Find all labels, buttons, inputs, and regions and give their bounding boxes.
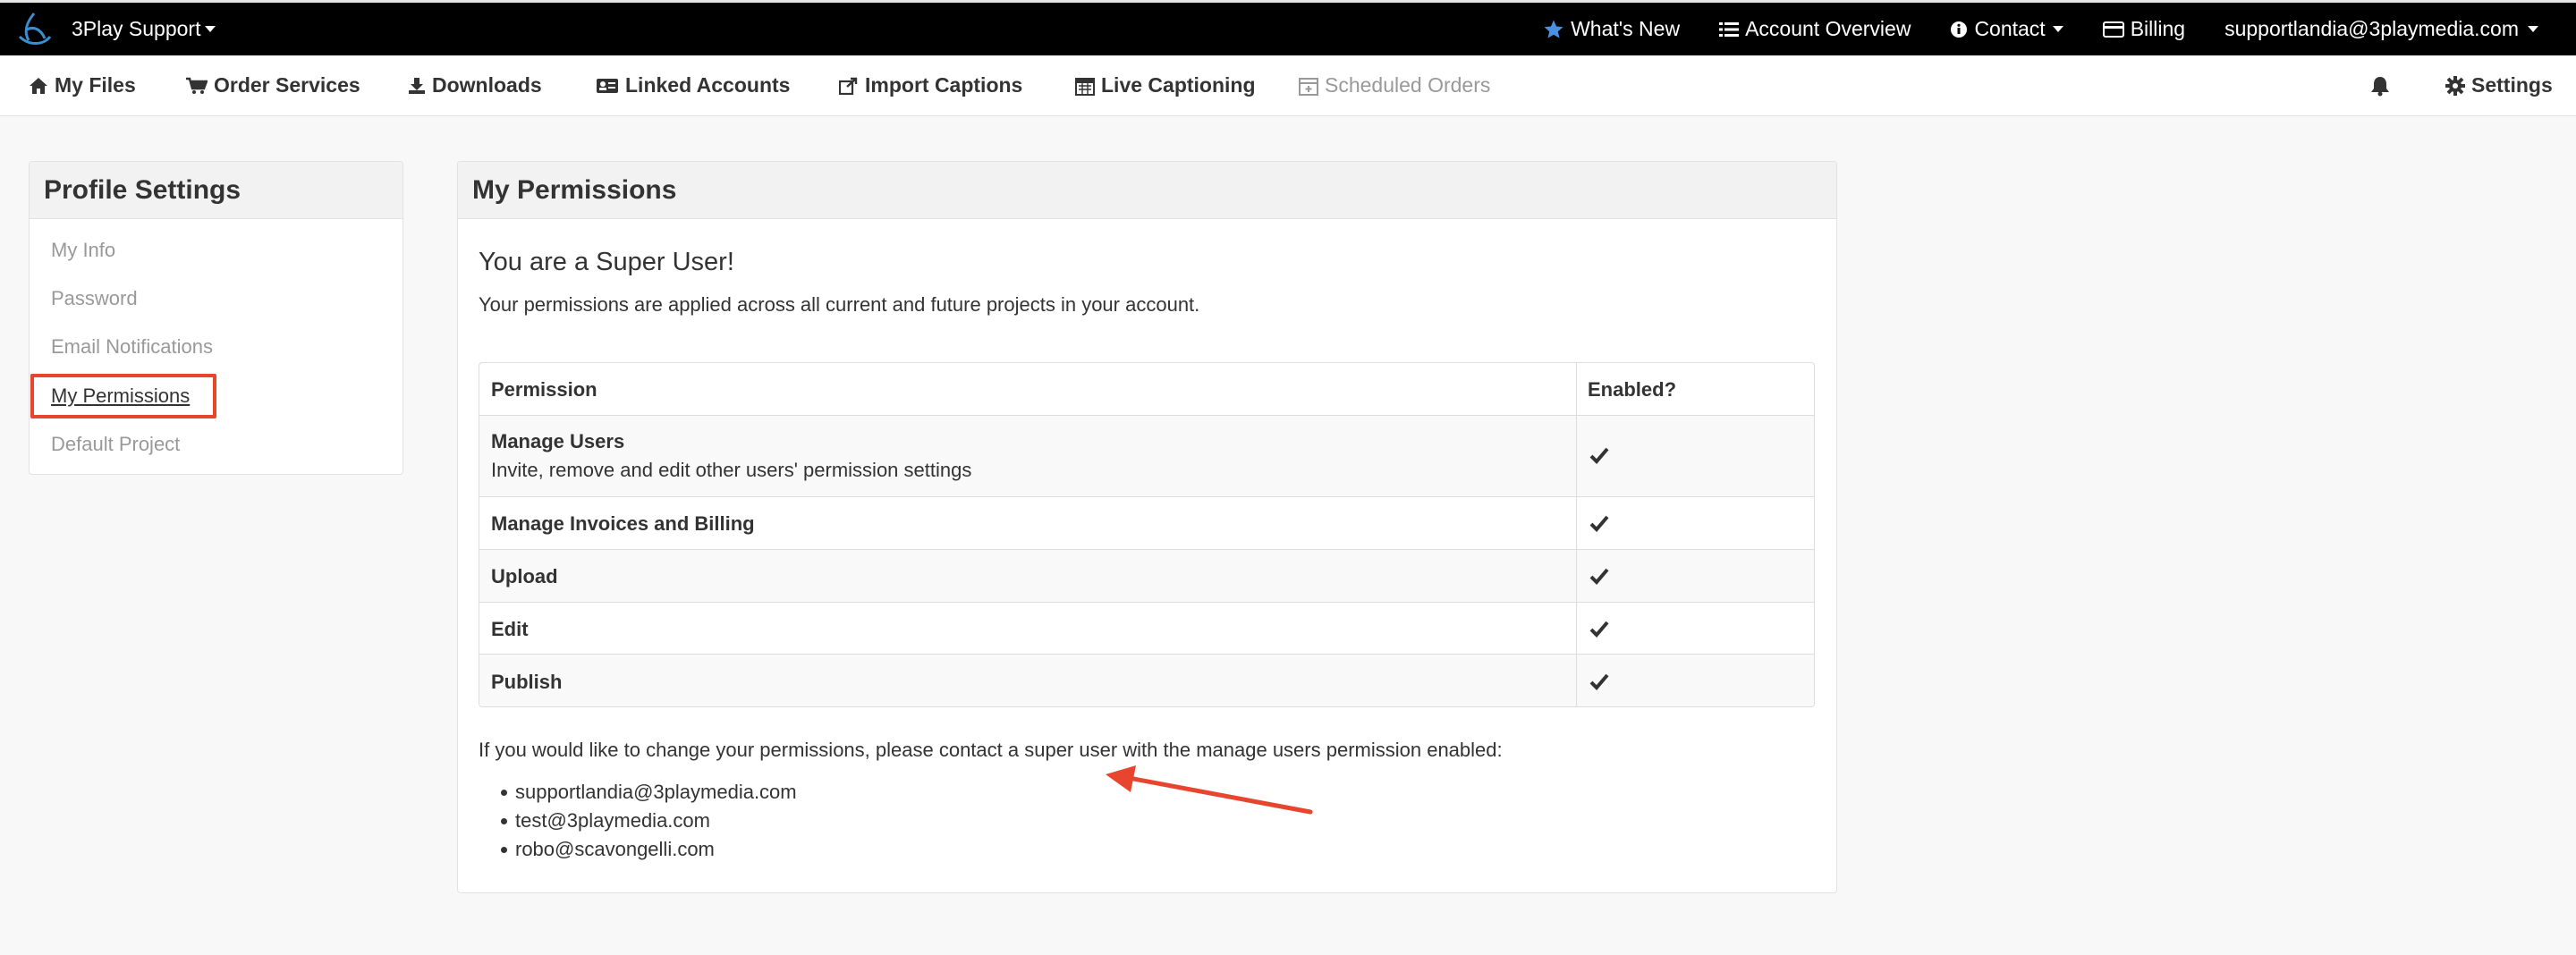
user-menu-dropdown[interactable]: supportlandia@3playmedia.com	[2224, 17, 2538, 41]
download-icon	[409, 77, 425, 94]
whats-new-link[interactable]: What's New	[1543, 17, 1680, 41]
permission-name: Manage Invoices and Billing	[491, 512, 755, 535]
nav-downloads[interactable]: Downloads	[408, 73, 542, 97]
nav-live-captioning-label: Live Captioning	[1101, 73, 1256, 97]
permission-description: Invite, remove and edit other users' per…	[491, 459, 972, 481]
nav-import-captions-label: Import Captions	[865, 73, 1023, 97]
checkmark-icon	[1589, 515, 1609, 532]
permission-name: Upload	[491, 565, 558, 587]
notifications-button[interactable]	[2370, 75, 2396, 97]
column-header-permission: Permission	[491, 378, 597, 401]
whats-new-label: What's New	[1571, 17, 1681, 40]
sidebar-item-default-project[interactable]: Default Project	[51, 433, 180, 456]
checkmark-icon	[1589, 568, 1609, 585]
list-item: test@3playmedia.com	[501, 808, 797, 837]
table-row: Manage Invoices and Billing	[479, 496, 1814, 549]
highlight-box	[30, 374, 216, 418]
id-card-icon	[597, 78, 618, 93]
permissions-table: Permission Enabled? Manage Users Invite,…	[479, 362, 1815, 707]
gear-icon	[2445, 75, 2465, 96]
star-icon	[1544, 20, 1563, 38]
nav-settings[interactable]: Settings	[2445, 73, 2553, 97]
nav-my-files-label: My Files	[55, 73, 136, 97]
sidebar-item-email-notifications[interactable]: Email Notifications	[51, 335, 213, 359]
checkmark-icon	[1589, 621, 1609, 638]
billing-link[interactable]: Billing	[2102, 17, 2186, 41]
table-header-row: Permission Enabled?	[479, 363, 1814, 415]
calendar-plus-icon	[1299, 77, 1318, 96]
main-nav: My Files Order Services Downloads Linked…	[0, 55, 2576, 116]
nav-linked-accounts-label: Linked Accounts	[625, 73, 791, 97]
table-row: Upload	[479, 549, 1814, 602]
calendar-icon	[1075, 77, 1095, 96]
nav-order-services-label: Order Services	[214, 73, 360, 97]
contact-label: Contact	[1974, 17, 2046, 40]
table-row: Manage Users Invite, remove and edit oth…	[479, 415, 1814, 496]
list-icon	[1719, 21, 1740, 37]
nav-live-captioning[interactable]: Live Captioning	[1075, 73, 1256, 97]
sidebar-item-my-info[interactable]: My Info	[51, 239, 115, 262]
account-overview-link[interactable]: Account Overview	[1719, 17, 1911, 41]
3play-logo-icon	[18, 12, 52, 45]
sidebar-item-password[interactable]: Password	[51, 287, 138, 310]
table-row: Publish	[479, 654, 1814, 706]
profile-settings-panel: Profile Settings My Info Password Email …	[29, 161, 403, 475]
home-icon	[30, 77, 47, 94]
column-divider	[1576, 363, 1577, 706]
bell-icon	[2371, 76, 2389, 96]
brand-dropdown[interactable]: 3Play Support	[72, 17, 216, 41]
table-row: Edit	[479, 602, 1814, 654]
nav-my-files[interactable]: My Files	[29, 73, 136, 97]
billing-label: Billing	[2130, 17, 2186, 40]
chevron-down-icon	[205, 26, 216, 32]
my-permissions-title: My Permissions	[458, 162, 1836, 219]
permission-name: Edit	[491, 618, 529, 640]
list-item: robo@scavongelli.com	[501, 837, 797, 866]
info-icon	[1951, 21, 1968, 38]
list-item: supportlandia@3playmedia.com	[501, 780, 797, 808]
profile-settings-title: Profile Settings	[30, 162, 402, 219]
share-icon	[839, 77, 858, 95]
nav-scheduled-orders-label: Scheduled Orders	[1325, 73, 1491, 97]
permission-name: Publish	[491, 671, 563, 693]
super-user-contacts: supportlandia@3playmedia.com test@3playm…	[501, 780, 797, 866]
nav-order-services[interactable]: Order Services	[186, 73, 360, 97]
permission-name: Manage Users	[491, 430, 625, 452]
column-header-enabled: Enabled?	[1588, 378, 1677, 401]
permissions-description: Your permissions are applied across all …	[479, 293, 1200, 316]
nav-downloads-label: Downloads	[432, 73, 542, 97]
brand-name: 3Play Support	[72, 17, 201, 40]
checkmark-icon	[1589, 673, 1609, 690]
checkmark-icon	[1589, 447, 1609, 464]
user-email: supportlandia@3playmedia.com	[2224, 17, 2519, 40]
credit-card-icon	[2102, 21, 2124, 38]
account-overview-label: Account Overview	[1745, 17, 1911, 40]
super-user-heading: You are a Super User!	[479, 248, 734, 276]
contact-instructions: If you would like to change your permiss…	[479, 739, 1503, 761]
shopping-cart-icon	[186, 77, 208, 94]
chevron-down-icon	[2528, 26, 2538, 32]
top-bar: 3Play Support What's New Account Overvie…	[0, 0, 2576, 55]
brand[interactable]: 3Play Support	[0, 3, 216, 55]
chevron-down-icon	[2052, 26, 2063, 32]
nav-import-captions[interactable]: Import Captions	[839, 73, 1022, 97]
nav-scheduled-orders[interactable]: Scheduled Orders	[1299, 73, 1490, 97]
contact-dropdown[interactable]: Contact	[1950, 17, 2063, 41]
nav-linked-accounts[interactable]: Linked Accounts	[596, 73, 790, 97]
nav-settings-label: Settings	[2471, 73, 2553, 97]
